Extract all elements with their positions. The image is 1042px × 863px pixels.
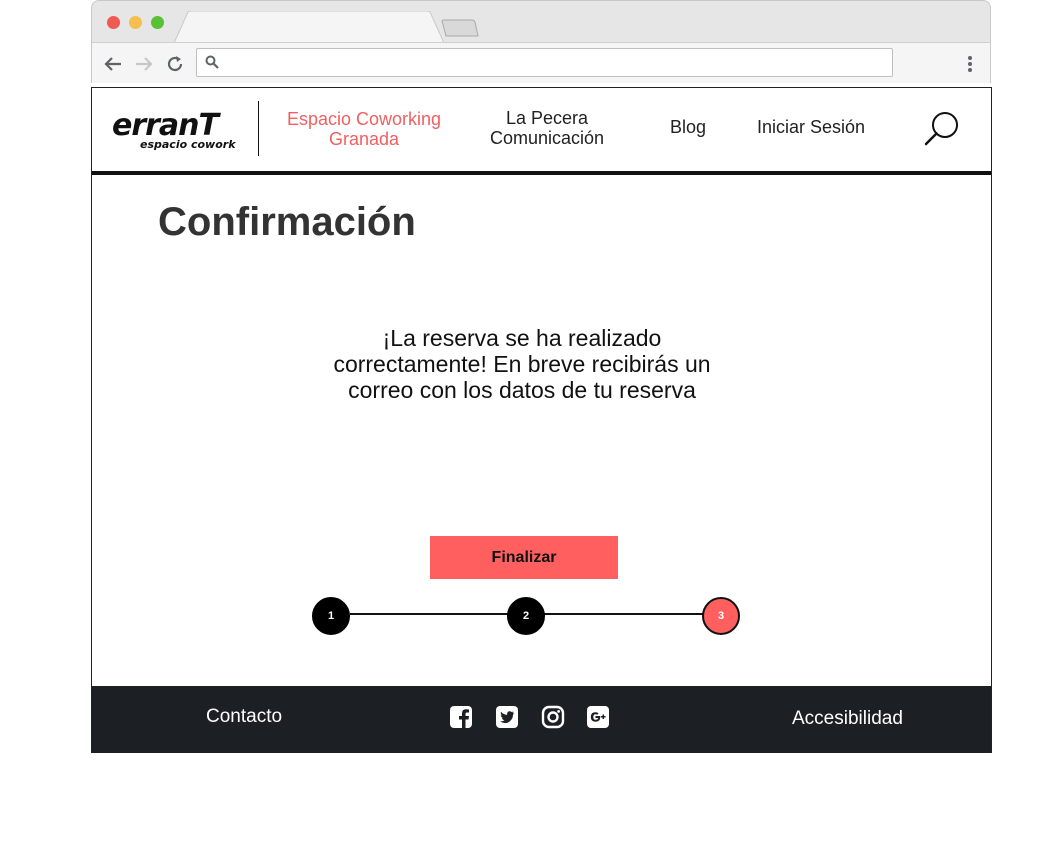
reload-icon[interactable] [164, 53, 186, 75]
footer-contact-link[interactable]: Contacto [206, 706, 282, 728]
nav-item-pecera-line1: La Pecera [505, 108, 589, 128]
footer-accessibility-link[interactable]: Accesibilidad [792, 708, 903, 730]
nav-item-login[interactable]: Iniciar Sesión [746, 117, 876, 137]
nav-item-coworking-line2: Granada [328, 129, 400, 149]
google-plus-icon[interactable] [586, 705, 610, 729]
site-header: erranT espacio cowork Espacio Coworking … [92, 87, 991, 175]
stepper-connector [544, 613, 704, 615]
nav-item-pecera[interactable]: La Pecera Comunicación [476, 108, 618, 148]
forward-arrow-icon[interactable] [133, 53, 155, 75]
step-1: 1 [312, 597, 350, 635]
close-window-button[interactable] [107, 16, 120, 29]
step-3-current: 3 [702, 597, 740, 635]
web-page: erranT espacio cowork Espacio Coworking … [91, 87, 992, 753]
instagram-icon[interactable] [541, 705, 565, 729]
new-tab-button[interactable] [440, 18, 480, 38]
twitter-icon[interactable] [495, 705, 519, 729]
tab-strip [92, 1, 990, 43]
page-title: Confirmación [158, 200, 416, 244]
header-divider [258, 101, 259, 156]
step-2: 2 [507, 597, 545, 635]
menu-dots-icon[interactable] [960, 53, 980, 75]
nav-item-blog[interactable]: Blog [658, 117, 718, 137]
site-footer: Contacto Accesibilidad [92, 686, 991, 753]
nav-item-coworking[interactable]: Espacio Coworking Granada [278, 109, 450, 149]
finish-button[interactable]: Finalizar [430, 536, 618, 579]
logo-subtext: espacio cowork [140, 138, 236, 151]
search-icon [205, 55, 219, 74]
stepper-connector [350, 613, 508, 615]
site-logo[interactable]: erranT espacio cowork [112, 108, 242, 158]
confirmation-message: ¡La reserva se ha realizado correctament… [333, 325, 711, 403]
browser-tab-active[interactable] [174, 11, 445, 43]
minimize-window-button[interactable] [129, 16, 142, 29]
maximize-window-button[interactable] [151, 16, 164, 29]
browser-toolbar [92, 42, 990, 83]
nav-item-coworking-line1: Espacio Coworking [286, 109, 442, 129]
search-icon[interactable] [924, 110, 960, 146]
address-bar[interactable] [196, 48, 893, 77]
browser-window: erranT espacio cowork Espacio Coworking … [91, 0, 992, 753]
browser-chrome [91, 0, 991, 83]
progress-stepper: 1 2 3 [312, 597, 742, 637]
facebook-icon[interactable] [449, 705, 473, 729]
back-arrow-icon[interactable] [102, 53, 124, 75]
nav-item-pecera-line2: Comunicación [489, 128, 605, 148]
